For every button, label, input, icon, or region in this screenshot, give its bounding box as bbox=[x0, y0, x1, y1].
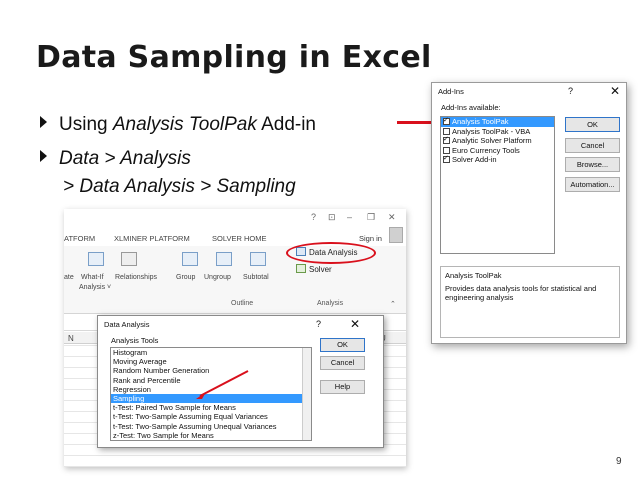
analysis-group-label: Analysis bbox=[317, 300, 344, 307]
relationships-icon[interactable] bbox=[121, 252, 137, 266]
close-icon[interactable]: ✕ bbox=[388, 212, 396, 223]
excel-window: ? ⊡ – ❐ ✕ ATFORM XLMINER PLATFORM SOLVER… bbox=[64, 209, 406, 467]
checkbox-icon[interactable] bbox=[443, 154, 450, 164]
ungroup-button[interactable]: Ungroup bbox=[204, 274, 231, 281]
solver-icon bbox=[296, 264, 306, 273]
bullet1-pre: Using bbox=[59, 114, 113, 135]
tab-platform[interactable]: ATFORM bbox=[64, 234, 95, 243]
help-icon[interactable]: ? bbox=[316, 319, 321, 329]
bullet-data-analysis-path: Data > Analysis bbox=[40, 148, 191, 170]
addins-list[interactable]: Analysis ToolPak Analysis ToolPak - VBA … bbox=[440, 116, 555, 254]
addin-label: Analysis ToolPak bbox=[452, 117, 509, 126]
browse-button[interactable]: Browse... bbox=[565, 157, 620, 172]
list-item[interactable]: t-Test: Two-Sample Assuming Equal Varian… bbox=[111, 412, 311, 421]
solver-button[interactable]: Solver bbox=[296, 264, 332, 274]
addin-description-title: Analysis ToolPak bbox=[445, 271, 502, 280]
what-if-analysis-label[interactable]: Analysis ˅ bbox=[79, 284, 111, 291]
tab-solver-home[interactable]: SOLVER HOME bbox=[212, 234, 266, 243]
analysis-tools-label: Analysis Tools bbox=[111, 336, 159, 345]
addin-item-euro-currency[interactable]: Euro Currency Tools bbox=[441, 146, 554, 156]
close-icon[interactable]: ✕ bbox=[350, 317, 360, 331]
collapse-ribbon-icon[interactable]: ⌃ bbox=[390, 300, 396, 308]
automation-button[interactable]: Automation... bbox=[565, 177, 620, 192]
minimize-icon[interactable]: – bbox=[347, 212, 352, 222]
bullet2-line2: > Data Analysis > Sampling bbox=[63, 176, 296, 197]
addins-available-label: Add-Ins available: bbox=[441, 103, 501, 112]
list-item-sampling[interactable]: Sampling bbox=[111, 393, 311, 404]
help-button[interactable]: Help bbox=[320, 380, 365, 394]
what-if-icon[interactable] bbox=[88, 252, 104, 266]
addin-item-analysis-toolpak[interactable]: Analysis ToolPak bbox=[441, 116, 554, 127]
page-number: 9 bbox=[616, 456, 622, 467]
addin-description-text: Provides data analysis tools for statist… bbox=[445, 284, 597, 302]
cancel-button[interactable]: Cancel bbox=[565, 138, 620, 153]
tab-xlminer-platform[interactable]: XLMINER PLATFORM bbox=[114, 234, 190, 243]
outline-group-label: Outline bbox=[231, 300, 254, 307]
group-button[interactable]: Group bbox=[176, 274, 195, 281]
help-icon[interactable]: ? bbox=[311, 212, 316, 222]
list-item[interactable]: Regression bbox=[111, 385, 311, 394]
solver-label: Solver bbox=[309, 265, 332, 274]
checkbox-icon[interactable] bbox=[443, 116, 450, 126]
ok-button[interactable]: OK bbox=[320, 338, 365, 352]
relationships-button[interactable]: Relationships bbox=[115, 274, 157, 281]
ok-button[interactable]: OK bbox=[565, 117, 620, 132]
addins-dialog: Add-Ins ? ✕ Add-Ins available: Analysis … bbox=[431, 82, 627, 344]
group-icon[interactable] bbox=[182, 252, 198, 266]
bullet-triangle-icon bbox=[40, 150, 47, 162]
analysis-tools-list[interactable]: Histogram Moving Average Random Number G… bbox=[110, 347, 312, 441]
list-scrollbar[interactable] bbox=[302, 348, 311, 440]
help-icon[interactable]: ? bbox=[568, 86, 573, 96]
addin-item-analysis-toolpak-vba[interactable]: Analysis ToolPak - VBA bbox=[441, 127, 554, 137]
addin-label: Solver Add-in bbox=[452, 155, 497, 165]
addin-item-solver[interactable]: Solver Add-in bbox=[441, 154, 554, 165]
list-item[interactable]: Rank and Percentile bbox=[111, 376, 311, 385]
list-item[interactable]: Moving Average bbox=[111, 357, 311, 366]
column-header-n[interactable]: N bbox=[68, 334, 74, 343]
excel-titlebar: ? ⊡ – ❐ ✕ bbox=[64, 209, 406, 227]
bullet1-post: Add-in bbox=[256, 114, 316, 135]
checkbox-icon[interactable] bbox=[443, 127, 450, 135]
addin-label: Euro Currency Tools bbox=[452, 145, 520, 155]
bullet-analysis-toolpak: Using Analysis ToolPak Add-in bbox=[40, 114, 316, 136]
subtotal-icon[interactable] bbox=[250, 252, 266, 266]
restore-icon[interactable]: ❐ bbox=[367, 212, 375, 223]
list-item[interactable]: Histogram bbox=[111, 348, 311, 357]
checkbox-icon[interactable] bbox=[443, 135, 450, 145]
addin-label: Analytic Solver Platform bbox=[452, 136, 532, 146]
checkbox-icon[interactable] bbox=[443, 146, 450, 154]
close-icon[interactable]: ✕ bbox=[610, 84, 620, 98]
bullet-triangle-icon bbox=[40, 116, 47, 128]
addins-title: Add-Ins bbox=[438, 87, 464, 96]
list-item[interactable]: z-Test: Two Sample for Means bbox=[111, 431, 311, 440]
slide-title: Data Sampling in Excel bbox=[36, 40, 432, 75]
annotation-circle bbox=[286, 242, 376, 264]
bullet2-line1: Data > Analysis bbox=[59, 148, 191, 169]
addin-item-analytic-solver[interactable]: Analytic Solver Platform bbox=[441, 135, 554, 146]
subtotal-button[interactable]: Subtotal bbox=[243, 274, 269, 281]
list-item[interactable]: Random Number Generation bbox=[111, 366, 311, 375]
avatar[interactable] bbox=[389, 227, 403, 243]
ribbon-label-ate: ate bbox=[64, 274, 74, 281]
what-if-button[interactable]: What-If bbox=[81, 274, 104, 281]
ungroup-icon[interactable] bbox=[216, 252, 232, 266]
bullet1-italic: Analysis ToolPak bbox=[112, 114, 257, 135]
list-item[interactable]: t-Test: Two-Sample Assuming Unequal Vari… bbox=[111, 422, 311, 431]
addins-titlebar: Add-Ins ? ✕ bbox=[432, 83, 626, 99]
data-analysis-title: Data Analysis bbox=[104, 320, 150, 329]
addin-label: Analysis ToolPak - VBA bbox=[452, 126, 531, 136]
list-item[interactable]: t-Test: Paired Two Sample for Means bbox=[111, 403, 311, 412]
sign-in-link[interactable]: Sign in bbox=[359, 234, 382, 243]
ribbon-display-icon[interactable]: ⊡ bbox=[328, 212, 336, 223]
data-analysis-dialog: Data Analysis ? ✕ Analysis Tools Histogr… bbox=[97, 315, 384, 448]
cancel-button[interactable]: Cancel bbox=[320, 356, 365, 370]
addin-description-box: Analysis ToolPak Provides data analysis … bbox=[440, 266, 620, 338]
